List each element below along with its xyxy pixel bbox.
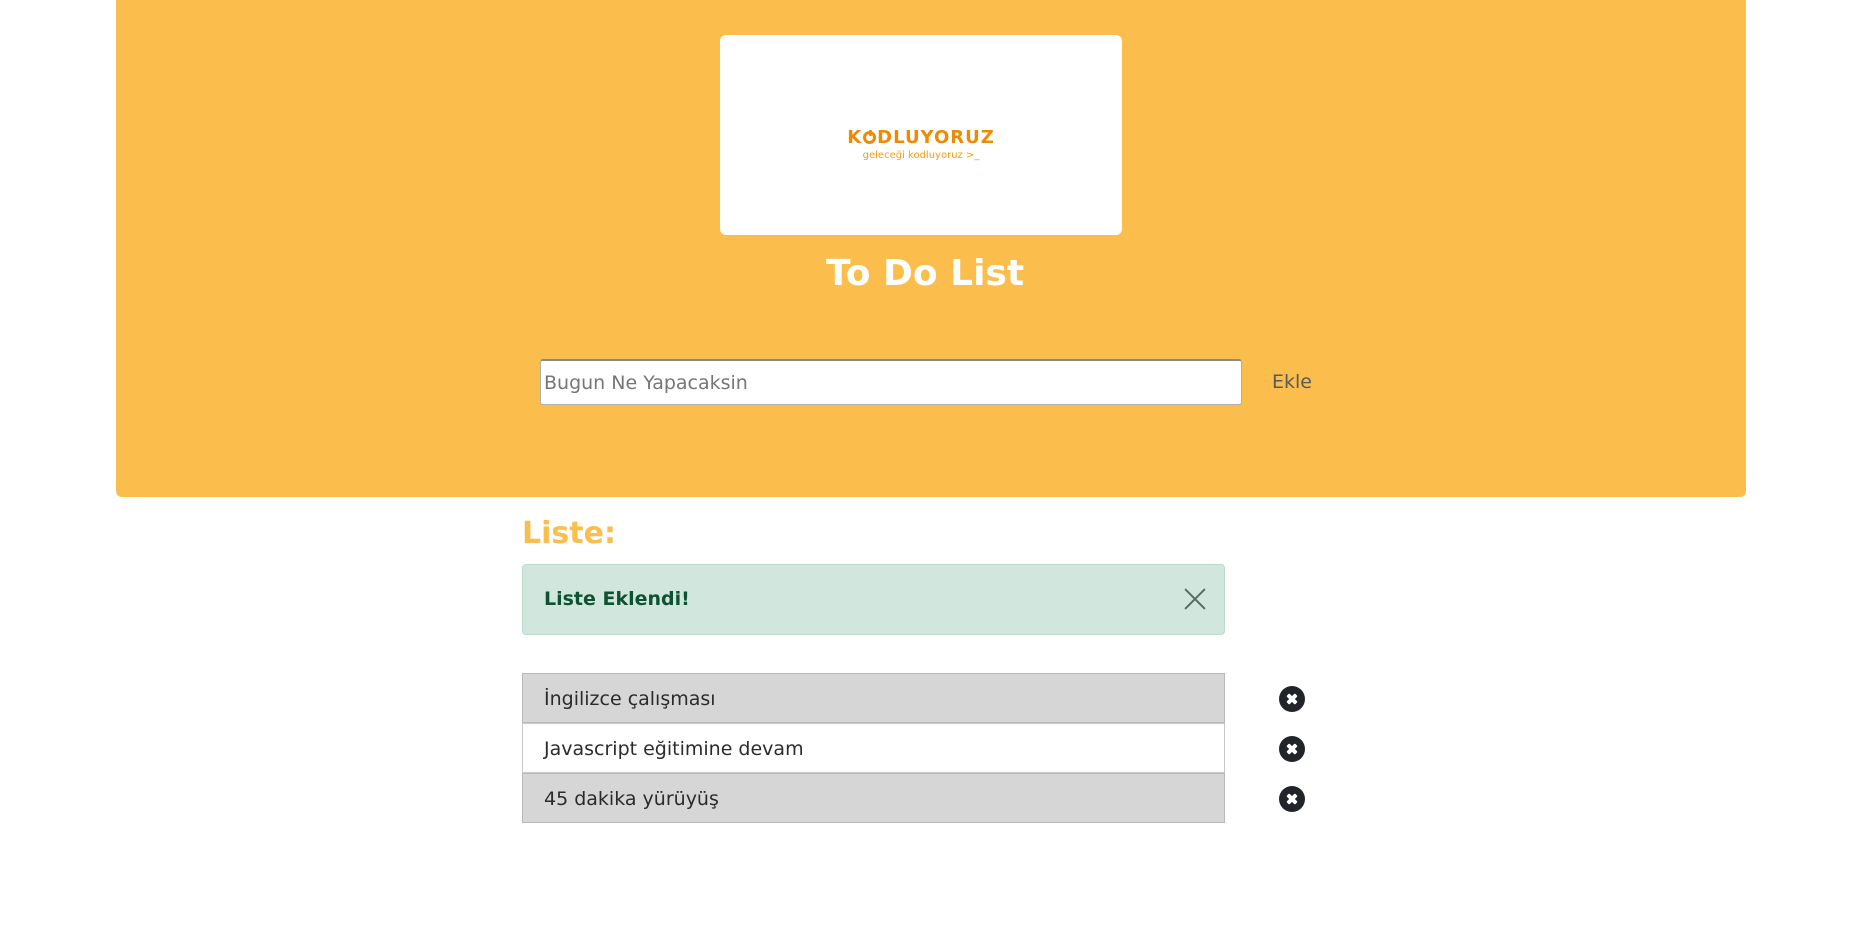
list-item[interactable]: 45 dakika yürüyüş [522, 773, 1225, 823]
list-item-label: Javascript eğitimine devam [544, 738, 804, 760]
delete-icon[interactable] [1279, 686, 1305, 712]
add-button[interactable]: Ekle [1262, 359, 1322, 405]
list-item-label: İngilizce çalışması [544, 688, 716, 710]
list-item[interactable]: İngilizce çalışması [522, 673, 1225, 723]
alert-message: Liste Eklendi! [544, 588, 690, 610]
close-icon[interactable] [1182, 586, 1208, 612]
logo-letter-k: K [847, 127, 863, 148]
logo-tagline: geleceği kodluyoruz >_ [862, 150, 980, 161]
page-title: To Do List [825, 253, 1025, 294]
delete-icon[interactable] [1279, 736, 1305, 762]
delete-icon[interactable] [1279, 786, 1305, 812]
logo-card: K DLUYORUZ geleceği kodluyoruz >_ [720, 35, 1122, 235]
list-item-label: 45 dakika yürüyüş [544, 788, 719, 810]
list-item[interactable]: Javascript eğitimine devam [522, 723, 1225, 773]
task-input[interactable] [540, 359, 1242, 405]
logo-brand-rest: DLUYORUZ [877, 127, 995, 148]
list-heading: Liste: [522, 516, 616, 551]
success-alert: Liste Eklendi! [522, 564, 1225, 635]
kodluyoruz-logo: K DLUYORUZ [720, 127, 1122, 148]
logo-power-icon [863, 130, 877, 144]
